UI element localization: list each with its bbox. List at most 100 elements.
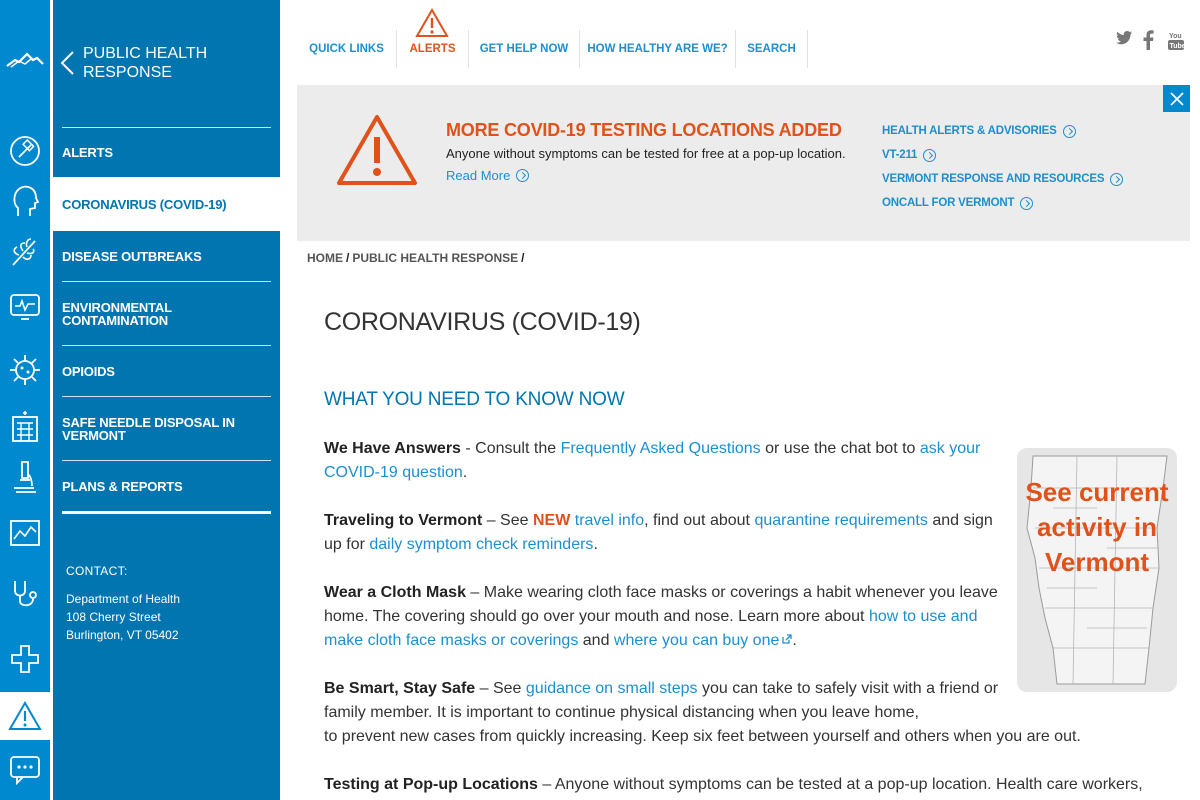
page-title: CORONAVIRUS (COVID-19) — [324, 308, 641, 336]
contact-line: Department of Health — [66, 592, 181, 606]
para-text: or use the chat bot to — [760, 440, 920, 457]
nav-how-healthy[interactable]: HOW HEALTHY ARE WE? — [580, 30, 736, 68]
sidebar-item-label: PLANS & REPORTS — [62, 478, 183, 494]
external-link-icon — [782, 634, 793, 644]
alert-link-vt-211[interactable]: VT-211 — [882, 143, 1123, 167]
warning-icon[interactable] — [0, 692, 50, 740]
paragraph-mask: Wear a Cloth Mask – Make wearing cloth f… — [324, 581, 1004, 653]
nav-get-help-now[interactable]: GET HELP NOW — [469, 30, 580, 68]
para-heading: Testing at Pop-up Locations — [324, 776, 538, 793]
small-steps-link[interactable]: guidance on small steps — [526, 680, 698, 697]
breadcrumb-home[interactable]: HOME — [307, 251, 343, 265]
breadcrumb-separator: / — [521, 251, 525, 265]
vermont-logo-icon[interactable] — [0, 35, 50, 85]
paragraph-traveling: Traveling to Vermont – See NEW travel in… — [324, 509, 1014, 557]
chevron-circle-icon — [923, 148, 937, 162]
new-badge: NEW — [532, 512, 571, 529]
sidebar-item-label: SAFE NEEDLE DISPOSAL IN VERMONT — [62, 414, 235, 443]
para-text: – Anyone without symptoms can be tested … — [537, 776, 1143, 793]
sidebar-divider — [62, 511, 271, 514]
sidebar-item-disease-outbreaks[interactable]: DISEASE OUTBREAKS — [53, 231, 280, 281]
activity-map-card[interactable]: See current activity in Vermont — [1017, 448, 1177, 692]
sidebar-item-environmental-contamination[interactable]: ENVIRONMENTAL CONTAMINATION — [53, 281, 280, 345]
alert-description: Anyone without symptoms can be tested fo… — [446, 146, 846, 161]
close-alert-button[interactable] — [1163, 85, 1190, 112]
map-card-text: See current activity in Vermont — [1025, 477, 1169, 577]
sidebar-item-coronavirus[interactable]: CORONAVIRUS (COVID-19) — [53, 177, 280, 231]
breadcrumb-separator: / — [346, 251, 350, 265]
alert-link-label: ONCALL FOR VERMONT — [882, 197, 1015, 209]
hospital-icon[interactable] — [0, 402, 50, 452]
sidebar-item-label: CORONAVIRUS (COVID-19) — [62, 196, 227, 212]
sidebar-item-alerts[interactable]: ALERTS — [53, 127, 280, 177]
nav-alerts[interactable]: ALERTS — [397, 30, 469, 68]
chevron-circle-icon — [1062, 124, 1076, 138]
para-heading: Be Smart, Stay Safe — [324, 680, 476, 697]
chevron-left-icon[interactable] — [57, 50, 79, 76]
para-heading: Wear a Cloth Mask — [324, 584, 466, 601]
icon-rail — [0, 0, 52, 800]
alert-link-label: HEALTH ALERTS & ADVISORIES — [882, 125, 1057, 137]
heart-monitor-icon[interactable] — [0, 282, 50, 332]
stethoscope-icon[interactable] — [0, 570, 50, 620]
youtube-icon[interactable]: You Tube — [1168, 30, 1184, 52]
svg-text:Tube: Tube — [1170, 43, 1185, 50]
sidebar-item-label: DISEASE OUTBREAKS — [62, 248, 202, 264]
twitter-icon[interactable] — [1115, 30, 1133, 46]
symptom-reminders-link[interactable]: daily symptom check reminders — [369, 536, 593, 553]
read-more-link[interactable]: Read More — [446, 168, 530, 183]
sidebar-item-label: OPIOIDS — [62, 363, 115, 379]
para-text: . — [792, 632, 797, 649]
contact-line: 108 Cherry Street — [66, 610, 161, 624]
nav-quick-links[interactable]: QUICK LINKS — [297, 30, 397, 68]
para-text: – See — [482, 512, 533, 529]
para-text: - Consult the — [460, 440, 561, 457]
head-profile-icon[interactable] — [0, 176, 50, 226]
sidebar-item-safe-needle-disposal[interactable]: SAFE NEEDLE DISPOSAL IN VERMONT — [53, 396, 280, 460]
microscope-icon[interactable] — [0, 452, 50, 502]
sidebar-item-label: ENVIRONMENTAL CONTAMINATION — [62, 299, 172, 328]
facebook-icon[interactable] — [1142, 30, 1154, 50]
alert-links: HEALTH ALERTS & ADVISORIES VT-211 VERMON… — [882, 119, 1124, 215]
chart-icon[interactable] — [0, 509, 50, 559]
chevron-circle-icon — [1020, 196, 1034, 210]
para-text: . — [593, 536, 598, 553]
svg-text:You: You — [1169, 33, 1182, 40]
para-text: to prevent new cases from quickly increa… — [324, 728, 1081, 745]
sidebar-item-label: ALERTS — [62, 145, 113, 160]
paragraph-smart: Be Smart, Stay Safe – See guidance on sm… — [324, 677, 1004, 725]
pill-bottle-icon[interactable] — [0, 126, 50, 176]
para-heading: We Have Answers — [324, 440, 461, 457]
contact-block: CONTACT: Department of Health 108 Cherry… — [66, 562, 180, 644]
travel-info-link[interactable]: travel info — [575, 512, 644, 529]
close-icon — [1169, 91, 1184, 106]
pollen-icon[interactable] — [0, 226, 50, 276]
sidebar-item-plans-reports[interactable]: PLANS & REPORTS — [53, 460, 280, 511]
alert-link-label: VERMONT RESPONSE AND RESOURCES — [882, 173, 1105, 185]
quarantine-link[interactable]: quarantine requirements — [754, 512, 927, 529]
alert-link-health-alerts[interactable]: HEALTH ALERTS & ADVISORIES — [882, 119, 1123, 143]
sidebar-nav: ALERTS CORONAVIRUS (COVID-19) DISEASE OU… — [53, 127, 280, 511]
para-text: – See — [475, 680, 526, 697]
paragraph-smart-cont: to prevent new cases from quickly increa… — [324, 725, 1184, 749]
para-text: . — [462, 464, 468, 481]
sidebar-header: PUBLIC HEALTH RESPONSE — [53, 0, 280, 127]
nav-search[interactable]: SEARCH — [736, 30, 808, 68]
chat-icon[interactable] — [0, 740, 50, 800]
alert-link-oncall[interactable]: ONCALL FOR VERMONT — [882, 191, 1123, 215]
virus-icon[interactable] — [0, 345, 50, 395]
alert-link-vermont-response[interactable]: VERMONT RESPONSE AND RESOURCES — [882, 167, 1124, 191]
para-text: , find out about — [644, 512, 755, 529]
sidebar: PUBLIC HEALTH RESPONSE ALERTS CORONAVIRU… — [53, 0, 280, 800]
alert-link-label: VT-211 — [882, 149, 918, 161]
contact-heading: CONTACT: — [66, 564, 128, 578]
section-heading: WHAT YOU NEED TO KNOW NOW — [324, 389, 625, 410]
medical-cross-icon[interactable] — [0, 634, 50, 684]
contact-line: Burlington, VT 05402 — [66, 628, 179, 642]
faq-link[interactable]: Frequently Asked Questions — [561, 440, 761, 457]
sidebar-item-opioids[interactable]: OPIOIDS — [53, 345, 280, 396]
buy-mask-link[interactable]: where you can buy one — [614, 632, 779, 649]
breadcrumb-section[interactable]: PUBLIC HEALTH RESPONSE — [352, 251, 518, 265]
warning-icon — [337, 115, 417, 185]
chevron-circle-icon — [516, 169, 530, 182]
